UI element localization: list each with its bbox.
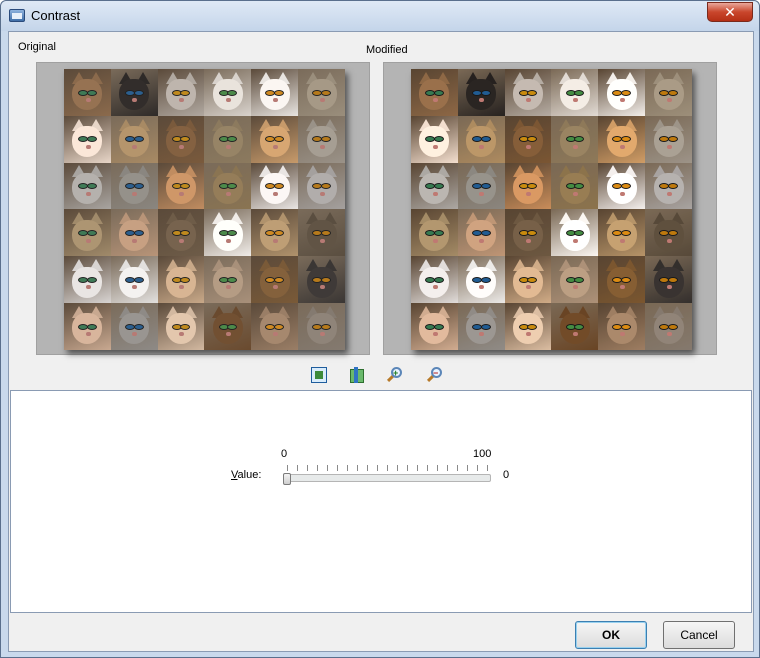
cat-tile	[551, 162, 599, 210]
zoom-in-icon[interactable]: +	[386, 367, 403, 383]
value-readout: 0	[503, 469, 510, 481]
settings-area: 0 100 Value: 0	[10, 390, 752, 613]
cat-tile	[598, 303, 646, 350]
cat-tile	[504, 162, 552, 210]
cat-tile	[411, 162, 458, 210]
cat-tile	[110, 256, 158, 304]
cat-tile	[251, 256, 299, 304]
close-button[interactable]: ✕	[707, 2, 753, 22]
dialog-client-area: Original Modified + − 0 100 Value: 0 OK …	[8, 31, 754, 652]
cat-tile	[251, 162, 299, 210]
cat-tile	[251, 209, 299, 257]
cat-tile	[645, 162, 692, 210]
cat-tile	[298, 256, 345, 304]
cat-tile	[64, 162, 111, 210]
cat-tile	[157, 69, 205, 116]
cat-tile	[645, 69, 692, 116]
cat-tile	[204, 115, 252, 163]
dialog-window: Contrast ✕ Original Modified + − 0 100 V…	[0, 0, 760, 658]
cat-tile	[251, 115, 299, 163]
actual-size-icon[interactable]	[348, 367, 364, 383]
cat-tile	[157, 209, 205, 257]
cat-tile	[411, 256, 458, 304]
cat-tile	[157, 256, 205, 304]
cat-tile	[411, 69, 458, 116]
cat-tile	[64, 209, 111, 257]
window-title: Contrast	[31, 8, 81, 23]
fit-to-window-icon[interactable]	[311, 367, 327, 383]
value-slider-track[interactable]	[287, 474, 491, 482]
cat-tile	[298, 303, 345, 350]
cat-tile	[204, 162, 252, 210]
cat-tile	[64, 69, 111, 116]
cat-tile	[298, 69, 345, 116]
original-image	[64, 69, 345, 350]
cat-tile	[645, 209, 692, 257]
cat-tile	[645, 303, 692, 350]
cat-tile	[551, 303, 599, 350]
zoom-out-icon[interactable]: −	[426, 367, 443, 383]
cat-tile	[157, 303, 205, 350]
modified-preview-panel	[383, 62, 717, 355]
cat-tile	[645, 256, 692, 304]
cat-tile	[110, 115, 158, 163]
cat-tile	[457, 115, 505, 163]
cat-tile	[598, 115, 646, 163]
cat-tile	[551, 115, 599, 163]
cat-tile	[504, 69, 552, 116]
ok-button[interactable]: OK	[575, 621, 647, 649]
cat-tile	[457, 69, 505, 116]
cat-tile	[64, 303, 111, 350]
cat-tile	[251, 303, 299, 350]
cat-tile	[551, 69, 599, 116]
cat-tile	[298, 115, 345, 163]
cat-tile	[598, 162, 646, 210]
value-label: Value:	[231, 469, 262, 481]
modified-image	[411, 69, 692, 350]
cancel-button[interactable]: Cancel	[663, 621, 735, 649]
value-slider-thumb[interactable]	[283, 473, 291, 485]
cat-tile	[298, 162, 345, 210]
cat-tile	[598, 69, 646, 116]
cat-tile	[204, 69, 252, 116]
cat-tile	[551, 256, 599, 304]
cat-tile	[645, 115, 692, 163]
cat-tile	[598, 209, 646, 257]
cat-tile	[298, 209, 345, 257]
slider-max-label: 100	[473, 448, 492, 460]
cat-tile	[411, 115, 458, 163]
modified-label: Modified	[366, 44, 408, 56]
cat-tile	[204, 303, 252, 350]
cat-tile	[64, 115, 111, 163]
cat-tile	[457, 209, 505, 257]
cat-tile	[457, 256, 505, 304]
original-label: Original	[18, 41, 56, 53]
cat-tile	[504, 303, 552, 350]
cat-tile	[157, 115, 205, 163]
app-window-icon	[9, 9, 25, 22]
cat-tile	[204, 256, 252, 304]
cat-tile	[551, 209, 599, 257]
cat-tile	[110, 209, 158, 257]
slider-ticks	[287, 465, 491, 471]
cat-tile	[110, 303, 158, 350]
cat-tile	[411, 209, 458, 257]
original-preview-panel	[36, 62, 370, 355]
cat-tile	[598, 256, 646, 304]
cat-tile	[110, 69, 158, 116]
title-bar[interactable]: Contrast ✕	[1, 1, 759, 31]
cat-tile	[110, 162, 158, 210]
cat-tile	[457, 162, 505, 210]
cat-tile	[457, 303, 505, 350]
cat-tile	[204, 209, 252, 257]
cat-tile	[64, 256, 111, 304]
cat-tile	[504, 115, 552, 163]
cat-tile	[251, 69, 299, 116]
cat-tile	[411, 303, 458, 350]
cat-tile	[157, 162, 205, 210]
cat-tile	[504, 256, 552, 304]
cat-tile	[504, 209, 552, 257]
slider-min-label: 0	[281, 448, 288, 460]
